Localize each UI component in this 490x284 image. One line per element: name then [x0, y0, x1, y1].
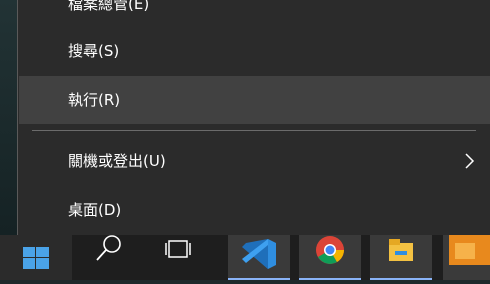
vscode-taskbar-button[interactable] [228, 235, 290, 280]
windows-start-icon [23, 247, 49, 269]
menu-separator [32, 130, 476, 131]
menu-item-label: 搜尋(S) [68, 42, 120, 60]
desktop-background [0, 0, 18, 235]
menu-item-desktop[interactable]: 桌面(D) [19, 186, 490, 234]
menu-item-run[interactable]: 執行(R) [19, 76, 490, 124]
chrome-taskbar-button[interactable] [299, 235, 361, 280]
menu-item-label: 關機或登出(U) [68, 152, 166, 170]
taskbar [0, 235, 490, 280]
file-explorer-icon [389, 239, 413, 261]
menu-item-label: 執行(R) [68, 91, 121, 109]
app-icon [449, 235, 490, 265]
menu-item-label: 檔案總管(E) [68, 0, 150, 13]
chevron-right-icon [465, 153, 475, 169]
task-view-icon[interactable] [164, 235, 194, 280]
power-user-menu: 檔案總管(E) 搜尋(S) 執行(R) 關機或登出(U) 桌面(D) [17, 0, 490, 245]
menu-item-search[interactable]: 搜尋(S) [19, 27, 490, 75]
menu-item-file-explorer[interactable]: 檔案總管(E) [19, 0, 490, 28]
menu-item-shutdown-signout[interactable]: 關機或登出(U) [19, 137, 490, 185]
chrome-icon [316, 236, 344, 264]
vscode-icon [242, 239, 276, 269]
app-taskbar-button[interactable] [443, 235, 490, 280]
search-icon[interactable] [92, 235, 126, 280]
file-explorer-taskbar-button[interactable] [370, 235, 432, 280]
start-button[interactable] [0, 235, 72, 280]
menu-item-label: 桌面(D) [68, 201, 122, 219]
